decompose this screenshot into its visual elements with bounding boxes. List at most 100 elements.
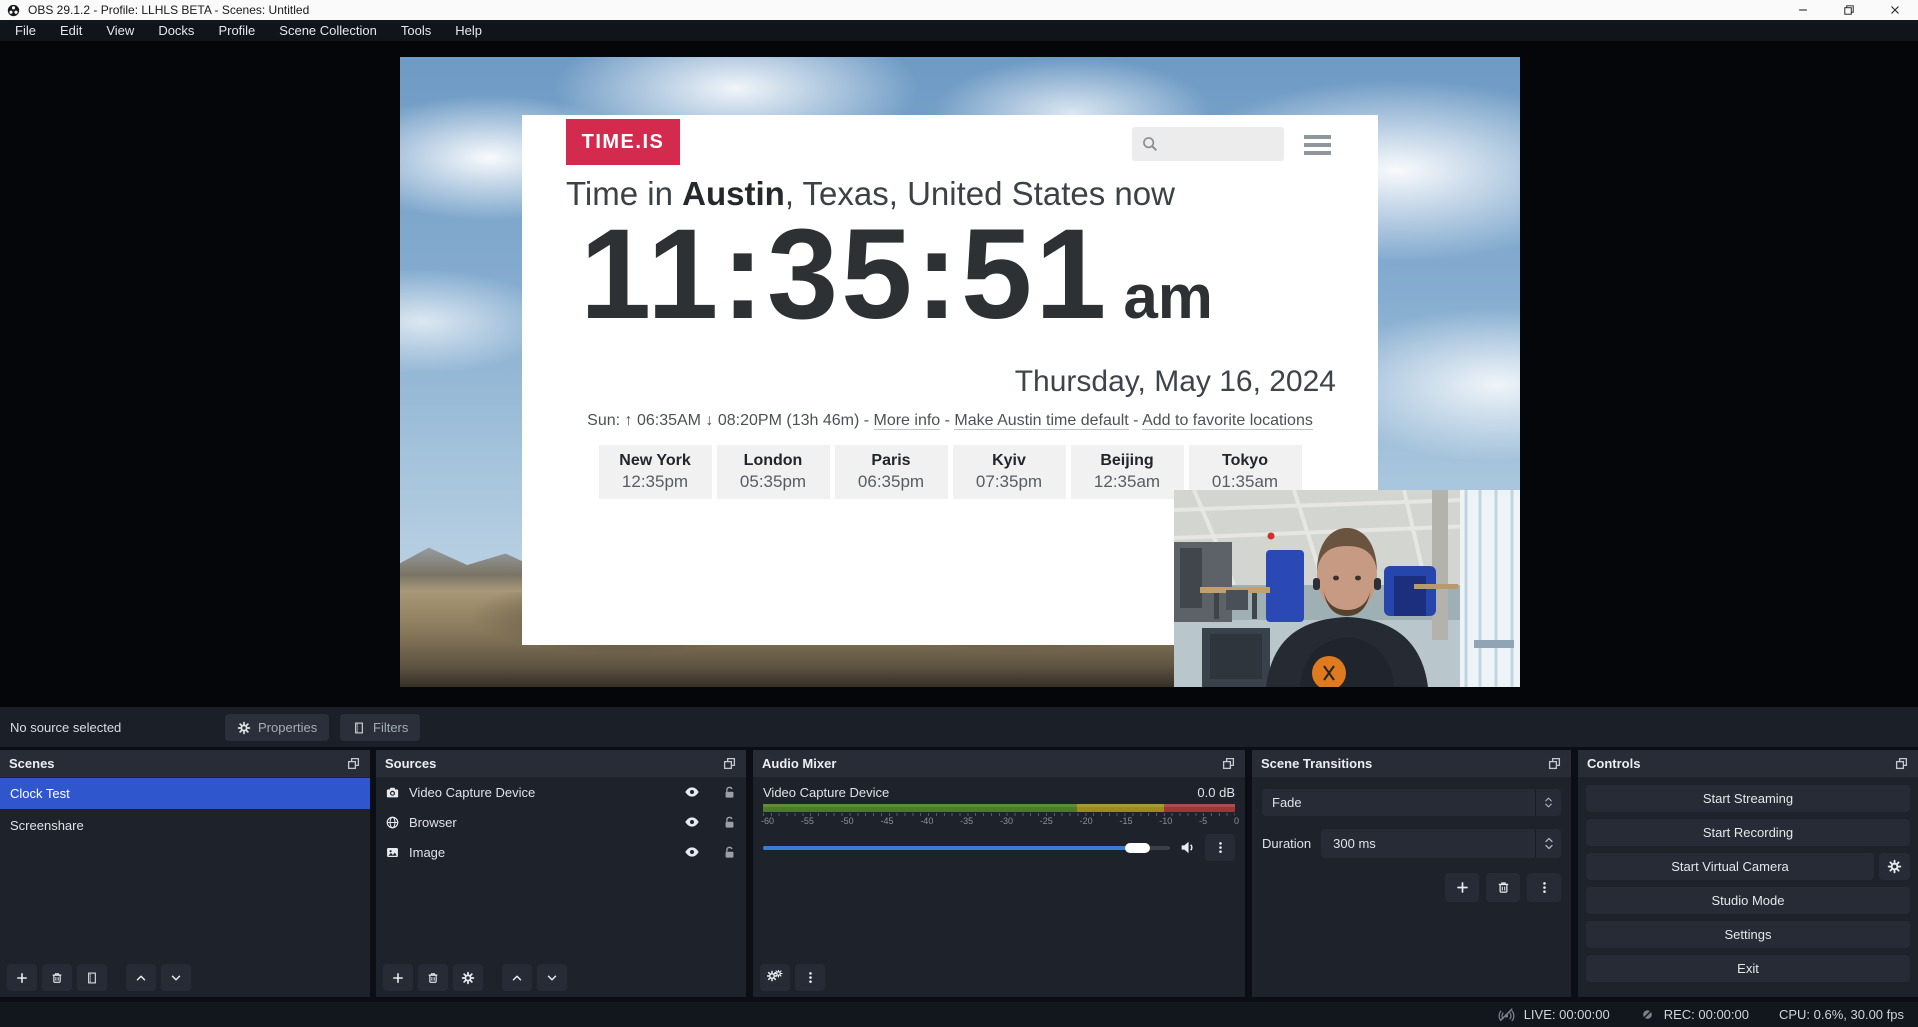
scene-item-clock-test[interactable]: Clock Test (0, 778, 370, 809)
add-source-button[interactable] (383, 964, 413, 991)
start-streaming-button[interactable]: Start Streaming (1586, 785, 1910, 812)
scene-transitions-header: Scene Transitions (1252, 750, 1571, 777)
remove-scene-button[interactable] (42, 964, 72, 991)
virtual-camera-config-button[interactable] (1879, 853, 1910, 880)
source-item-browser[interactable]: Browser (376, 807, 746, 837)
menu-help[interactable]: Help (443, 20, 494, 41)
exit-button[interactable]: Exit (1586, 955, 1910, 982)
popout-icon[interactable] (346, 756, 361, 771)
more-info-link: More info (874, 412, 941, 430)
broadcast-muted-icon (1498, 1006, 1515, 1023)
eye-icon[interactable] (684, 784, 700, 800)
world-clock-london: London05:35pm (717, 445, 830, 499)
transition-select-chevrons[interactable] (1535, 789, 1561, 816)
menu-file[interactable]: File (3, 20, 48, 41)
status-bar: LIVE: 00:00:00 REC: 00:00:00 CPU: 0.6%, … (0, 1002, 1918, 1027)
mixer-channel-header: Video Capture Device 0.0 dB (763, 785, 1235, 800)
remove-source-button[interactable] (418, 964, 448, 991)
advanced-audio-button[interactable] (760, 964, 790, 991)
eye-icon[interactable] (684, 844, 700, 860)
lock-open-icon[interactable] (722, 785, 737, 800)
mixer-channel-level: 0.0 dB (1197, 785, 1235, 800)
duration-spin-buttons[interactable] (1535, 829, 1561, 858)
record-muted-icon (1640, 1007, 1655, 1022)
dock-area: Scenes Clock Test Screenshare Sources (0, 747, 1918, 1002)
chevron-up-icon (134, 971, 148, 985)
source-item-video-capture[interactable]: Video Capture Device (376, 777, 746, 807)
close-button[interactable] (1872, 0, 1918, 20)
popout-icon[interactable] (1221, 756, 1236, 771)
image-icon (385, 845, 400, 860)
restore-button[interactable] (1826, 0, 1872, 20)
menu-tools[interactable]: Tools (389, 20, 443, 41)
start-recording-button[interactable]: Start Recording (1586, 819, 1910, 846)
trash-icon (426, 971, 440, 985)
close-icon (1888, 3, 1902, 17)
trash-icon (50, 971, 64, 985)
controls-panel-header: Controls (1578, 750, 1918, 777)
duration-spinbox[interactable]: 300 ms (1321, 829, 1561, 858)
mixer-menu-button[interactable] (795, 964, 825, 991)
chevron-up-icon (1543, 795, 1554, 803)
mixer-channel-menu-button[interactable] (1205, 834, 1235, 861)
chevron-down-icon (1543, 803, 1554, 811)
minimize-button[interactable] (1780, 0, 1826, 20)
popout-icon[interactable] (722, 756, 737, 771)
volume-slider[interactable] (763, 846, 1170, 850)
dots-vertical-icon (1537, 880, 1552, 895)
menu-docks[interactable]: Docks (146, 20, 206, 41)
transitions-toolbar (1262, 873, 1561, 902)
scene-move-up-button[interactable] (126, 964, 156, 991)
add-transition-button[interactable] (1445, 873, 1479, 902)
filters-button[interactable]: Filters (340, 714, 420, 741)
plus-icon (391, 971, 405, 985)
settings-button[interactable]: Settings (1586, 921, 1910, 948)
lock-open-icon[interactable] (722, 815, 737, 830)
webcam-source[interactable] (1174, 490, 1520, 687)
start-virtual-camera-button[interactable]: Start Virtual Camera (1586, 853, 1874, 880)
dots-vertical-icon (1213, 840, 1228, 855)
scenes-toolbar (7, 964, 191, 991)
menu-scene-collection[interactable]: Scene Collection (267, 20, 389, 41)
globe-icon (385, 815, 400, 830)
scene-item-screenshare[interactable]: Screenshare (0, 810, 370, 841)
cpu-fps-stats: CPU: 0.6%, 30.00 fps (1779, 1007, 1904, 1022)
source-move-down-button[interactable] (537, 964, 567, 991)
eye-icon[interactable] (684, 814, 700, 830)
scene-move-down-button[interactable] (161, 964, 191, 991)
volume-slider-handle[interactable] (1125, 843, 1150, 853)
preview-canvas[interactable]: TIME.IS Time in Austin, Texas, United St… (400, 57, 1520, 687)
source-item-image[interactable]: Image (376, 837, 746, 867)
popout-icon[interactable] (1547, 756, 1562, 771)
source-move-up-button[interactable] (502, 964, 532, 991)
world-clock-paris: Paris06:35pm (835, 445, 948, 499)
title-bar: OBS 29.1.2 - Profile: LLHLS BETA - Scene… (0, 0, 1918, 20)
timeis-clock: 11:35:51 am (580, 205, 1213, 346)
speaker-icon[interactable] (1179, 839, 1196, 856)
obs-window: OBS 29.1.2 - Profile: LLHLS BETA - Scene… (0, 0, 1918, 1027)
remove-transition-button[interactable] (1486, 873, 1520, 902)
advanced-audio-icon (767, 970, 783, 986)
gear-icon (237, 721, 251, 735)
trash-icon (1496, 880, 1511, 895)
minimize-icon (1796, 3, 1810, 17)
window-title: OBS 29.1.2 - Profile: LLHLS BETA - Scene… (28, 3, 309, 17)
transition-properties-button[interactable] (1527, 873, 1561, 902)
studio-mode-button[interactable]: Studio Mode (1586, 887, 1910, 914)
lock-open-icon[interactable] (722, 845, 737, 860)
timeis-logo: TIME.IS (566, 119, 680, 165)
hamburger-icon (1304, 135, 1331, 159)
menu-bar: File Edit View Docks Profile Scene Colle… (0, 20, 1918, 41)
live-timer: LIVE: 00:00:00 (1524, 1007, 1610, 1022)
menu-edit[interactable]: Edit (48, 20, 94, 41)
menu-view[interactable]: View (94, 20, 146, 41)
add-scene-button[interactable] (7, 964, 37, 991)
source-properties-button[interactable] (453, 964, 483, 991)
menu-profile[interactable]: Profile (206, 20, 267, 41)
plus-icon (1455, 880, 1470, 895)
popout-icon[interactable] (1894, 756, 1909, 771)
filter-icon (352, 721, 366, 735)
scene-filters-button[interactable] (77, 964, 107, 991)
properties-button[interactable]: Properties (225, 714, 329, 741)
transition-select[interactable]: Fade (1262, 789, 1561, 816)
